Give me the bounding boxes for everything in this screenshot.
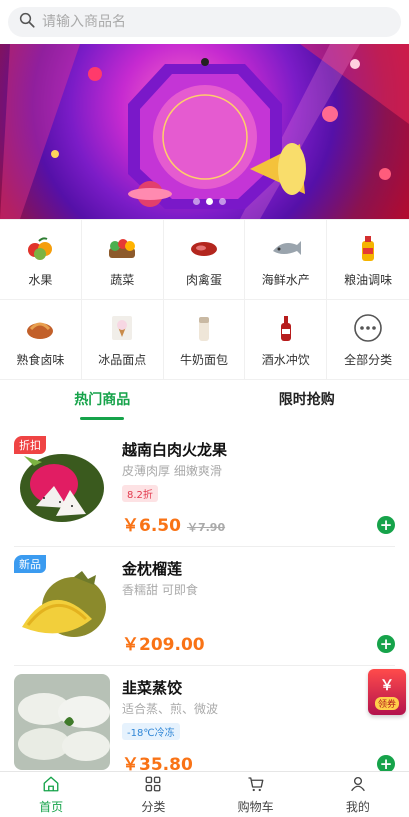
- banner-artwork: [0, 44, 409, 219]
- search-icon: [18, 11, 36, 33]
- app-page: 水果 蔬菜 肉禽蛋 海鲜水产 粮油调味: [0, 0, 409, 817]
- product-desc: 皮薄肉厚 细嫩爽滑: [122, 464, 222, 478]
- category-label: 蔬菜: [110, 273, 135, 287]
- nav-label: 首页: [39, 799, 64, 814]
- home-icon: [42, 775, 60, 798]
- product-name: 金枕榴莲: [122, 560, 183, 578]
- nav-profile[interactable]: 我的: [307, 772, 409, 817]
- category-icecream[interactable]: 冰品面点: [81, 300, 164, 380]
- nav-cart[interactable]: 购物车: [205, 772, 307, 817]
- category-drink[interactable]: 酒水冲饮: [245, 300, 328, 380]
- product-price: ￥6.50: [122, 516, 181, 536]
- original-price: ￥7.90: [186, 521, 226, 534]
- nav-category[interactable]: 分类: [102, 772, 204, 817]
- cart-icon: [247, 775, 265, 798]
- category-label: 粮油调味: [344, 273, 393, 287]
- category-vegetable[interactable]: 蔬菜: [81, 220, 164, 300]
- category-label: 全部分类: [344, 353, 393, 367]
- drink-icon: [269, 311, 303, 345]
- category-label: 肉禽蛋: [185, 273, 222, 287]
- bread-icon: [187, 311, 221, 345]
- seafood-icon: [269, 231, 303, 265]
- coupon-label: 领券: [374, 696, 399, 710]
- category-all[interactable]: 全部分类: [327, 300, 409, 380]
- product-image[interactable]: 新品: [14, 555, 110, 651]
- coupon-yen-icon: ￥: [380, 677, 394, 694]
- discount-tag: 折扣: [14, 436, 46, 454]
- category-fruit[interactable]: 水果: [0, 220, 82, 300]
- product-item[interactable]: 韭菜蒸饺 适合蒸、煎、微波 -18℃冷冻 ￥35.80 +: [14, 666, 395, 785]
- banner-dot[interactable]: [193, 198, 200, 205]
- user-icon: [349, 775, 367, 798]
- price-row: ￥6.50 ￥7.90: [122, 511, 225, 536]
- category-label: 水果: [28, 273, 53, 287]
- nav-label: 我的: [345, 799, 370, 814]
- product-price: ￥209.00: [122, 635, 205, 655]
- promo-banner[interactable]: [0, 44, 409, 219]
- category-label: 冰品面点: [98, 353, 147, 367]
- discount-badge: 8.2折: [122, 485, 158, 502]
- category-label: 熟食卤味: [16, 353, 65, 367]
- tab-hot-products[interactable]: 热门商品: [0, 380, 205, 428]
- add-to-cart-button[interactable]: +: [377, 516, 395, 534]
- price-row: ￥209.00: [122, 630, 205, 655]
- category-deli[interactable]: 熟食卤味: [0, 300, 82, 380]
- product-info: 韭菜蒸饺 适合蒸、煎、微波 -18℃冷冻 ￥35.80 +: [122, 674, 395, 785]
- product-name: 越南白肉火龙果: [122, 441, 228, 459]
- deli-icon: [23, 311, 57, 345]
- icecream-icon: [105, 311, 139, 345]
- oil-icon: [351, 231, 385, 265]
- category-label: 海鲜水产: [261, 273, 310, 287]
- category-label: 牛奶面包: [179, 353, 228, 367]
- search-input[interactable]: [42, 14, 362, 30]
- product-image[interactable]: 折扣: [14, 436, 110, 532]
- search-box[interactable]: [8, 7, 401, 37]
- bottom-nav: 首页 分类 购物车 我的: [0, 771, 409, 817]
- product-name: 韭菜蒸饺: [122, 679, 183, 697]
- tab-label: 限时抢购: [278, 391, 335, 408]
- product-item[interactable]: 新品 金枕榴莲 香糯甜 可即食 ￥209.00 +: [14, 547, 395, 666]
- category-bread[interactable]: 牛奶面包: [163, 300, 246, 380]
- tab-active-indicator: [80, 416, 125, 420]
- nav-label: 购物车: [237, 799, 274, 814]
- category-oil[interactable]: 粮油调味: [327, 220, 409, 300]
- meat-icon: [187, 231, 221, 265]
- banner-dot-active[interactable]: [206, 198, 213, 205]
- coupon-button[interactable]: ￥ 领券: [368, 669, 406, 715]
- tab-label: 热门商品: [74, 391, 131, 408]
- tab-indicator: [285, 417, 329, 420]
- product-info: 金枕榴莲 香糯甜 可即食 ￥209.00 +: [122, 555, 395, 665]
- add-to-cart-button[interactable]: +: [377, 635, 395, 653]
- category-label: 酒水冲饮: [261, 353, 310, 367]
- frozen-badge: -18℃冷冻: [122, 723, 180, 740]
- product-item[interactable]: 折扣 越南白肉火龙果 皮薄肉厚 细嫩爽滑 8.2折 ￥6.50 ￥7.90 +: [14, 428, 395, 547]
- grid-icon: [144, 775, 162, 798]
- product-desc: 适合蒸、煎、微波: [122, 702, 219, 716]
- category-meat[interactable]: 肉禽蛋: [163, 220, 246, 300]
- product-info: 越南白肉火龙果 皮薄肉厚 细嫩爽滑 8.2折 ￥6.50 ￥7.90 +: [122, 436, 395, 546]
- product-desc: 香糯甜 可即食: [122, 583, 198, 597]
- product-list: 折扣 越南白肉火龙果 皮薄肉厚 细嫩爽滑 8.2折 ￥6.50 ￥7.90 +: [0, 428, 409, 785]
- vegetable-icon: [105, 231, 139, 265]
- search-bar: [0, 0, 409, 44]
- new-tag: 新品: [14, 555, 46, 573]
- product-image[interactable]: [14, 674, 110, 770]
- category-grid: 水果 蔬菜 肉禽蛋 海鲜水产 粮油调味 熟食卤味 冰品面点 牛奶面包 酒水冲饮 …: [0, 219, 409, 380]
- tab-flash-sale[interactable]: 限时抢购: [205, 380, 409, 428]
- category-seafood[interactable]: 海鲜水产: [245, 220, 328, 300]
- product-tabs: 热门商品 限时抢购: [0, 380, 409, 428]
- nav-label: 分类: [141, 799, 166, 814]
- banner-dot[interactable]: [219, 198, 226, 205]
- more-icon: [351, 311, 385, 345]
- banner-indicator: [193, 198, 226, 205]
- nav-home[interactable]: 首页: [0, 772, 102, 817]
- fruit-icon: [23, 231, 57, 265]
